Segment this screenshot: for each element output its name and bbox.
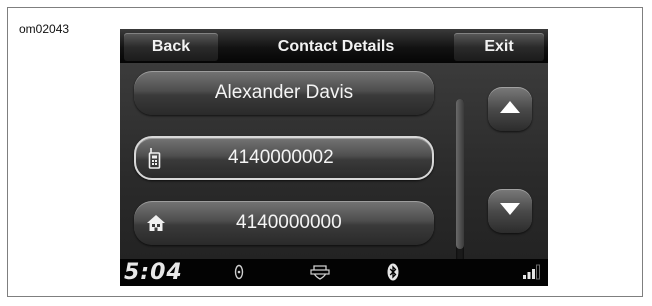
scroll-up-button[interactable] — [488, 87, 532, 131]
bar-and-shield-logo-icon — [310, 263, 330, 281]
home-number: 4140000000 — [236, 212, 342, 233]
exit-button[interactable]: Exit — [454, 33, 544, 61]
scroll-thumb[interactable] — [456, 99, 464, 249]
media-icon — [234, 263, 244, 281]
home-icon — [146, 201, 166, 245]
signal-strength-icon — [522, 263, 540, 281]
header-bar: Back Contact Details Exit — [120, 29, 548, 63]
mobile-number-row[interactable]: 4140000002 — [134, 136, 434, 180]
contact-name-row[interactable]: Alexander Davis — [134, 71, 434, 115]
triangle-down-icon — [499, 202, 521, 221]
scroll-down-button[interactable] — [488, 189, 532, 233]
mobile-phone-icon — [148, 138, 162, 178]
mobile-number: 4140000002 — [228, 147, 334, 168]
figure-id-label: om02043 — [19, 22, 70, 36]
triangle-up-icon — [499, 100, 521, 119]
device-screen: Back Contact Details Exit Alexander Davi… — [120, 29, 548, 286]
home-number-row[interactable]: 4140000000 — [134, 201, 434, 245]
clock-time: 5:04 — [124, 260, 183, 285]
contact-name: Alexander Davis — [214, 82, 354, 103]
page-title: Contact Details — [277, 38, 395, 55]
bluetooth-icon — [387, 263, 399, 281]
contact-list-area: Alexander Davis 4140000002 4140000000 — [120, 63, 548, 285]
back-button[interactable]: Back — [124, 33, 218, 61]
status-bar: 5:04 — [120, 259, 548, 286]
